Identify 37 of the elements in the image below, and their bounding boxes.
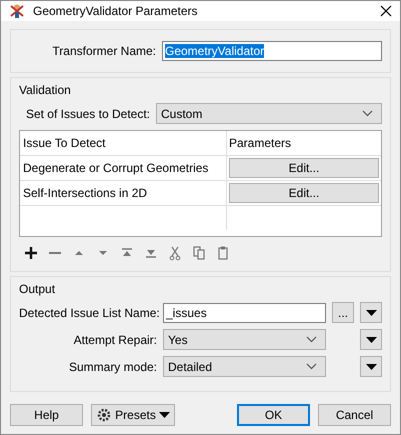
window-title: GeometryValidator Parameters — [33, 4, 199, 18]
edit-button[interactable]: Edit... — [229, 183, 379, 203]
browse-button[interactable]: ... — [332, 302, 354, 323]
menu-button[interactable] — [360, 329, 382, 350]
presets-button[interactable]: Presets — [91, 404, 175, 426]
chevron-icon — [362, 110, 373, 117]
caret-icon — [366, 336, 376, 342]
field-label: Summary mode: — [68, 360, 157, 374]
table-cell: Degenerate or Corrupt Geometries — [20, 156, 226, 180]
group-title: Validation — [19, 83, 72, 97]
help-button[interactable]: Help — [10, 404, 83, 426]
field-label: Attempt Repair: — [72, 332, 157, 346]
column-header: Issue To Detect — [20, 131, 226, 156]
issue-set-dropdown[interactable]: Custom — [156, 103, 382, 124]
menu-button[interactable] — [360, 302, 382, 323]
gear-icon — [96, 407, 112, 423]
app-icon — [9, 3, 25, 19]
field-label: Transformer Name: — [51, 44, 156, 58]
caret-icon — [366, 364, 376, 370]
close-icon[interactable] — [380, 5, 392, 17]
chevron-icon — [306, 363, 317, 370]
group-title: Output — [19, 282, 56, 296]
caret-icon — [366, 310, 376, 316]
dropdown[interactable]: Detailed — [163, 356, 326, 377]
caret-icon — [158, 412, 170, 418]
issue-list-name-field[interactable]: _issues — [163, 302, 326, 322]
add-icon[interactable] — [23, 245, 39, 261]
chevron-icon — [306, 336, 317, 343]
ok-button[interactable]: OK — [237, 404, 310, 426]
cancel-button[interactable]: Cancel — [318, 404, 391, 426]
field-label: Detected Issue List Name: — [19, 306, 157, 320]
dropdown[interactable]: Yes — [163, 329, 326, 350]
table-cell: Self-Intersections in 2D — [20, 180, 226, 206]
edit-button[interactable]: Edit... — [229, 158, 379, 178]
menu-button[interactable] — [360, 356, 382, 377]
transformer-name-field[interactable]: GeometryValidator — [162, 41, 382, 61]
field-label: Set of Issues to Detect: — [24, 106, 150, 120]
